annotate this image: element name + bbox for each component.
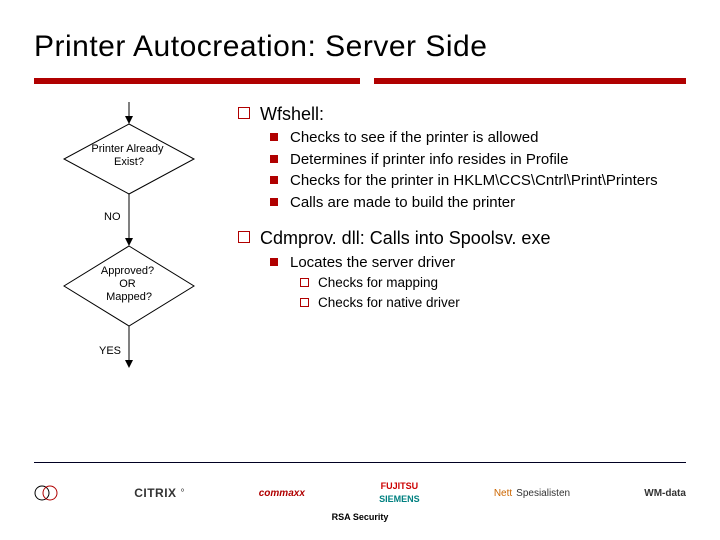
flow-label-yes: YES [99,345,121,357]
flowchart-svg: Printer Already Exist? NO Approved? OR M… [44,102,214,382]
flowchart: Printer Already Exist? NO Approved? OR M… [34,102,224,382]
slide-body: Printer Already Exist? NO Approved? OR M… [34,102,686,382]
cdmprov-sub-2: Checks for native driver [298,294,686,312]
footer-rule [34,462,686,465]
bullet-wfshell: Wfshell: Checks to see if the printer is… [238,102,686,212]
cdmprov-item-1: Locates the server driver Checks for map… [268,253,686,313]
logo-cug [34,482,60,504]
slide-title: Printer Autocreation: Server Side [34,30,686,64]
logo-fujitsu: FUJITSU SIEMENS [379,482,420,504]
flow-label-no: NO [104,211,121,223]
cdmprov-item-1-label: Locates the server driver [290,254,455,271]
bullet-wfshell-label: Wfshell: [260,104,324,124]
wfshell-item-3: Checks for the printer in HKLM\CCS\Cntrl… [268,171,686,191]
logo-citrix: CITRIX° [134,486,184,500]
slide: Printer Autocreation: Server Side Printe… [0,0,720,540]
bullet-area: Wfshell: Checks to see if the printer is… [224,102,686,382]
logo-commaxx: commaxx [259,488,305,499]
footer-rsa: RSA Security [0,512,720,522]
cdmprov-sub-1: Checks for mapping [298,274,686,292]
bullet-cdmprov-label: Cdmprov. dll: Calls into Spoolsv. exe [260,228,550,248]
footer-logos: CITRIX° commaxx FUJITSU SIEMENS NettSpes… [34,482,686,504]
title-rule [34,78,686,84]
bullet-cdmprov: Cdmprov. dll: Calls into Spoolsv. exe Lo… [238,226,686,312]
logo-nett: NettSpesialisten [494,488,570,499]
wfshell-item-1: Checks to see if the printer is allowed [268,128,686,148]
wfshell-item-4: Calls are made to build the printer [268,193,686,213]
logo-wmdata: WM-data [644,488,686,499]
wfshell-item-2: Determines if printer info resides in Pr… [268,150,686,170]
